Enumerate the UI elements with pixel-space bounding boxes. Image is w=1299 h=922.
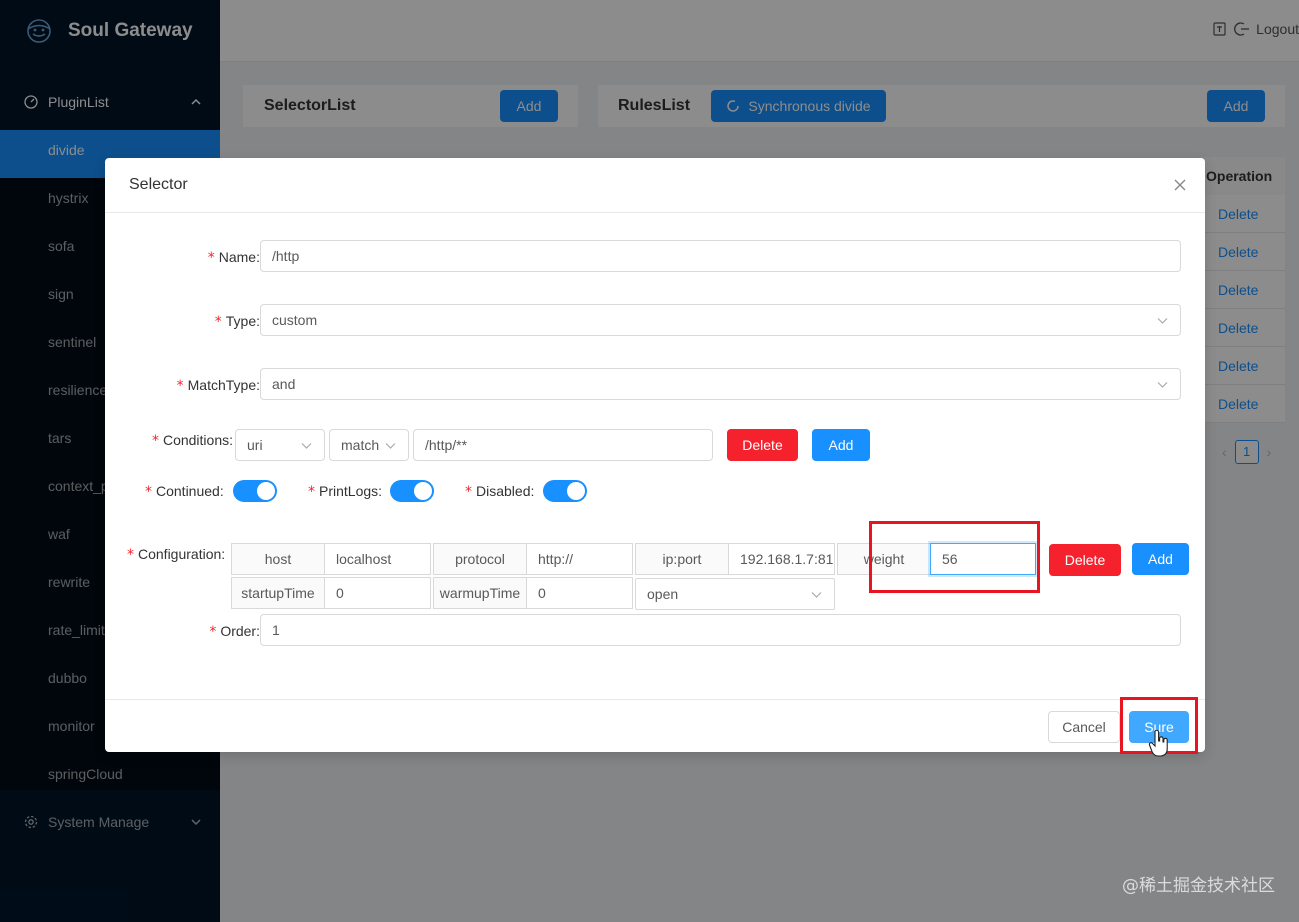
condition-delete-button[interactable]: Delete [727,429,798,461]
ipport-input[interactable]: 192.168.1.7:8188 [728,543,835,575]
protocol-label: protocol [433,543,527,575]
warmup-label: warmupTime [433,577,527,609]
type-label: * Type: [214,313,260,330]
condition-add-button[interactable]: Add [812,429,870,461]
disabled-label: * Disabled: [465,483,535,500]
conditions-label: * Conditions: [151,432,233,449]
condition-param-select[interactable]: uri [235,429,325,461]
configuration-label: * Configuration: [127,546,226,563]
continued-label: * Continued: [145,483,224,500]
cancel-button[interactable]: Cancel [1048,711,1120,743]
matchtype-value: and [272,376,296,392]
continued-switch[interactable] [233,480,277,502]
condition-param-value: uri [247,437,263,453]
hand-cursor-icon [1148,730,1168,757]
chevron-down-icon [1157,382,1168,388]
disabled-switch[interactable] [543,480,587,502]
matchtype-select[interactable]: and [260,368,1181,400]
modal-title: Selector [129,176,188,193]
selector-modal: Selector * Name: /http * Type: custom * Mat… [105,158,1205,752]
status-value: open [647,586,679,602]
startup-label: startupTime [231,577,325,609]
matchtype-label: * MatchType: [176,377,260,394]
chevron-down-icon [811,592,822,598]
order-label: * Order: [209,623,260,640]
startup-input[interactable]: 0 [324,577,431,609]
condition-operator-select[interactable]: match [329,429,409,461]
condition-operator-value: match [341,437,380,453]
modal-footer: Cancel Sure [105,699,1205,752]
warmup-input[interactable]: 0 [526,577,633,609]
config-add-button[interactable]: Add [1132,543,1189,575]
host-label: host [231,543,325,575]
chevron-down-icon [1157,318,1168,324]
printlogs-switch[interactable] [390,480,434,502]
printlogs-label: * PrintLogs: [308,483,383,500]
host-input[interactable]: localhost [324,543,431,575]
order-input[interactable]: 1 [260,614,1181,646]
modal-header: Selector [105,158,1205,213]
ipport-label: ip:port [635,543,729,575]
condition-value-input[interactable]: /http/** [413,429,713,461]
close-icon[interactable] [1173,178,1187,192]
config-delete-button[interactable]: Delete [1049,544,1121,576]
chevron-down-icon [301,443,312,449]
name-label: * Name: [207,249,260,266]
type-value: custom [272,312,318,328]
type-select[interactable]: custom [260,304,1181,336]
chevron-down-icon [385,443,396,449]
protocol-input[interactable]: http:// [526,543,633,575]
watermark: @稀土掘金技术社区 [1122,876,1275,896]
weight-highlight-box [869,521,1040,593]
status-select[interactable]: open [635,578,835,610]
name-input[interactable]: /http [260,240,1181,272]
